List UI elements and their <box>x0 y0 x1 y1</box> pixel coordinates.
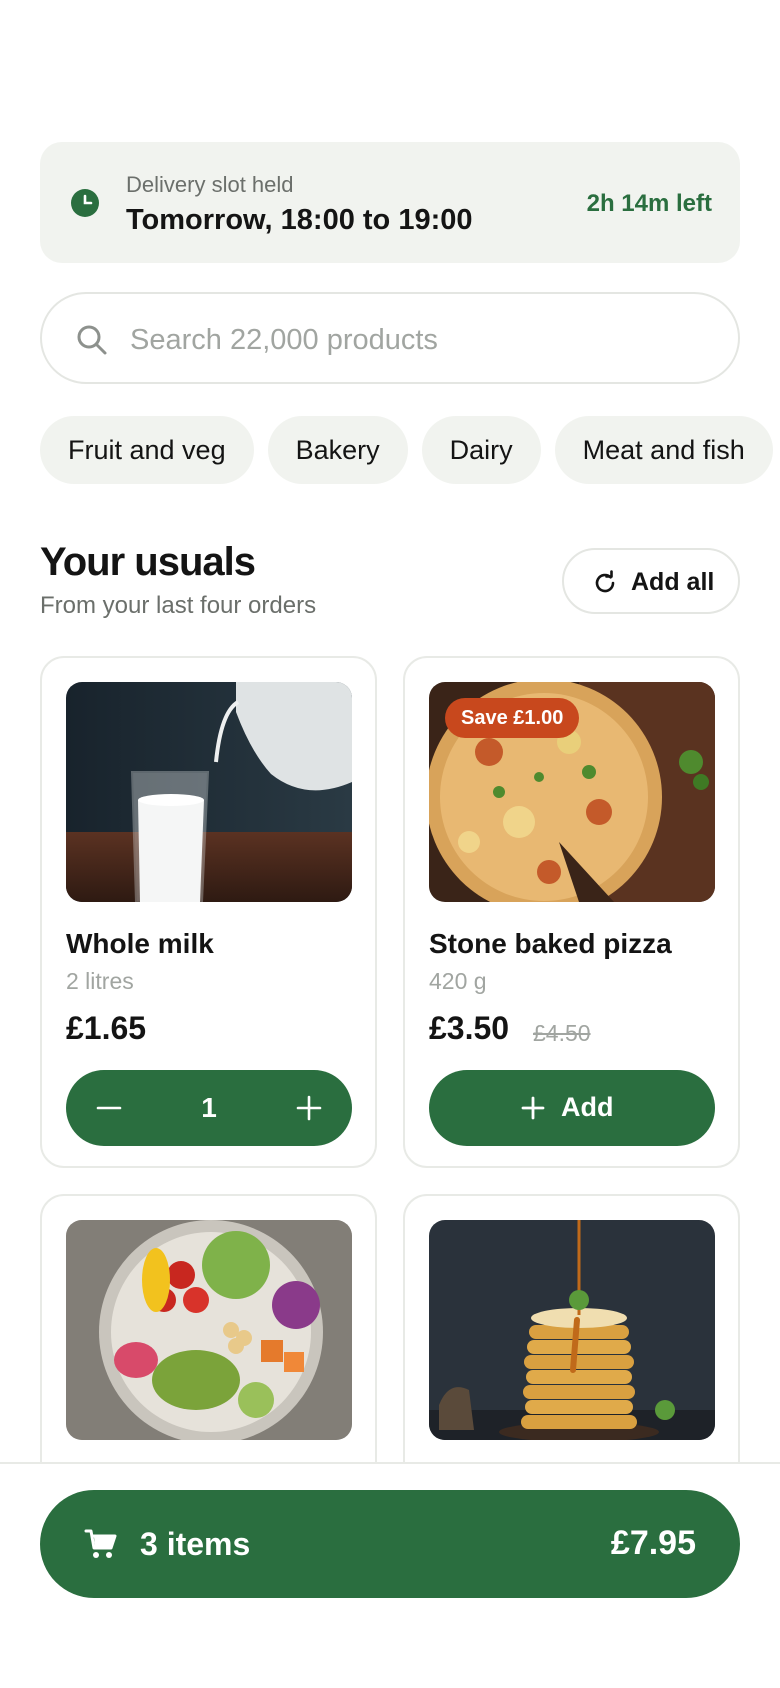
product-image-salad <box>66 1220 352 1440</box>
cart-icon <box>84 1529 117 1558</box>
quantity-stepper: 1 <box>66 1070 352 1146</box>
product-image-pancakes <box>429 1220 715 1440</box>
product-card-pizza[interactable]: Save £1.00 Stone baked pizza 420 g £3.50… <box>403 656 740 1168</box>
product-image-milk <box>66 682 352 902</box>
section-title: Your usuals <box>40 540 256 584</box>
product-card-milk[interactable]: Whole milk 2 litres £1.65 1 <box>40 656 377 1168</box>
add-all-button[interactable]: Add all <box>562 548 740 614</box>
bottom-bar: 3 items £7.95 <box>0 1462 780 1688</box>
product-name: Whole milk <box>66 928 214 959</box>
cart-total: £7.95 <box>610 1524 696 1562</box>
section-subtitle: From your last four orders <box>40 592 317 619</box>
add-all-label: Add all <box>631 568 715 596</box>
search-icon <box>77 325 107 355</box>
discount-badge: Save £1.00 <box>445 698 580 738</box>
search-input[interactable]: Search 22,000 products <box>130 324 438 357</box>
plus-icon <box>521 1096 545 1120</box>
refresh-icon <box>595 570 615 593</box>
delivery-slot-time: Tomorrow, 18:00 to 19:00 <box>126 204 473 236</box>
product-price: £3.50 <box>429 1010 510 1046</box>
product-was-price: £4.50 <box>533 1020 591 1046</box>
product-card-salad[interactable] <box>40 1194 377 1494</box>
product-image-pizza: Save £1.00 <box>429 682 715 902</box>
chip-meat-and-fish[interactable]: Meat and fish <box>554 416 773 484</box>
category-chips: Fruit and veg Bakery Dairy Meat and fish <box>40 416 780 484</box>
product-size: 420 g <box>429 968 487 994</box>
view-basket-button[interactable]: 3 items £7.95 <box>40 1490 740 1598</box>
product-card-pancakes[interactable] <box>403 1194 740 1494</box>
product-size: 2 litres <box>66 968 134 994</box>
chip-fruit-and-veg[interactable]: Fruit and veg <box>40 416 254 484</box>
cart-item-count: 3 items <box>140 1526 251 1562</box>
chip-bakery[interactable]: Bakery <box>267 416 408 484</box>
clock-icon <box>71 189 99 217</box>
chip-dairy[interactable]: Dairy <box>421 416 541 484</box>
product-price: £1.65 <box>66 1010 147 1046</box>
delivery-slot-banner[interactable]: Delivery slot held Tomorrow, 18:00 to 19… <box>40 142 740 263</box>
search-bar[interactable]: Search 22,000 products <box>40 292 740 384</box>
plus-icon[interactable] <box>290 1089 328 1127</box>
delivery-time-left: 2h 14m left <box>586 190 712 217</box>
delivery-slot-label: Delivery slot held <box>126 172 294 197</box>
product-name: Stone baked pizza <box>429 928 672 959</box>
add-to-basket-button[interactable]: Add <box>429 1070 715 1146</box>
add-label: Add <box>561 1092 614 1122</box>
